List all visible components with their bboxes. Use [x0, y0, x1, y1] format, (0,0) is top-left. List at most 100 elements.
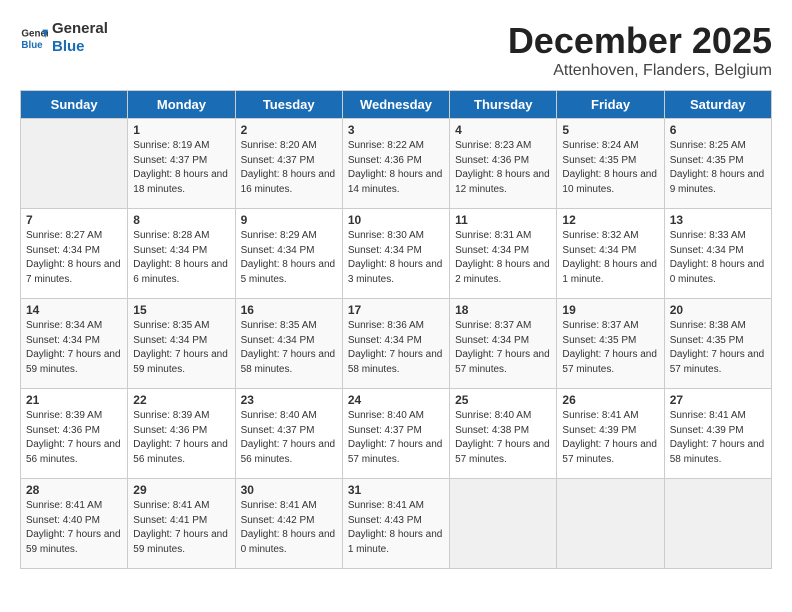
- day-number: 31: [348, 483, 444, 497]
- calendar-cell: 18 Sunrise: 8:37 AMSunset: 4:34 PMDayligh…: [450, 299, 557, 389]
- day-number: 13: [670, 213, 766, 227]
- day-header: Tuesday: [235, 91, 342, 119]
- day-header: Sunday: [21, 91, 128, 119]
- day-header: Monday: [128, 91, 235, 119]
- month-title: December 2025: [508, 20, 772, 62]
- calendar-cell: 29Sunrise: 8:41 AMSunset: 4:41 PMDayligh…: [128, 479, 235, 569]
- day-number: 8: [133, 213, 229, 227]
- day-number: 6: [670, 123, 766, 137]
- day-number: 18: [455, 303, 551, 317]
- calendar-cell: 24 Sunrise: 8:40 AMSunset: 4:37 PMDayligh…: [342, 389, 449, 479]
- day-number: 4: [455, 123, 551, 137]
- calendar-cell: 10Sunrise: 8:30 AMSunset: 4:34 PMDayligh…: [342, 209, 449, 299]
- day-number: 22: [133, 393, 229, 407]
- calendar-week: 1 Sunrise: 8:19 AMSunset: 4:37 PMDaylight…: [21, 119, 772, 209]
- calendar-cell: 30 Sunrise: 8:41 AMSunset: 4:42 PMDayligh…: [235, 479, 342, 569]
- day-number: 12: [562, 213, 658, 227]
- cell-detail: Sunrise: 8:39 AMSunset: 4:36 PMDaylight:…: [26, 409, 122, 467]
- cell-detail: Sunrise: 8:41 AMSunset: 4:39 PMDaylight:…: [562, 409, 658, 467]
- calendar-cell: 5 Sunrise: 8:24 AMSunset: 4:35 PMDaylight…: [557, 119, 664, 209]
- cell-detail: Sunrise: 8:37 AMSunset: 4:34 PMDaylight:…: [455, 319, 551, 377]
- calendar-week: 14Sunrise: 8:34 AMSunset: 4:34 PMDayligh…: [21, 299, 772, 389]
- page-header: General Blue General Blue December 2025 …: [20, 20, 772, 80]
- cell-detail: Sunrise: 8:28 AMSunset: 4:34 PMDaylight:…: [133, 229, 229, 287]
- calendar-cell: 28 Sunrise: 8:41 AMSunset: 4:40 PMDayligh…: [21, 479, 128, 569]
- calendar-cell: 9 Sunrise: 8:29 AMSunset: 4:34 PMDaylight…: [235, 209, 342, 299]
- cell-detail: Sunrise: 8:27 AMSunset: 4:34 PMDaylight:…: [26, 229, 122, 287]
- cell-detail: Sunrise: 8:32 AMSunset: 4:34 PMDaylight:…: [562, 229, 658, 287]
- logo-icon: General Blue: [20, 24, 48, 52]
- calendar-table: SundayMondayTuesdayWednesdayThursdayFrid…: [20, 90, 772, 569]
- day-number: 26: [562, 393, 658, 407]
- cell-detail: Sunrise: 8:40 AMSunset: 4:37 PMDaylight:…: [241, 409, 337, 467]
- cell-detail: Sunrise: 8:19 AMSunset: 4:37 PMDaylight:…: [133, 139, 229, 197]
- cell-detail: Sunrise: 8:40 AMSunset: 4:37 PMDaylight:…: [348, 409, 444, 467]
- day-number: 28: [26, 483, 122, 497]
- cell-detail: Sunrise: 8:41 AMSunset: 4:41 PMDaylight:…: [133, 499, 229, 557]
- calendar-cell: 1 Sunrise: 8:19 AMSunset: 4:37 PMDaylight…: [128, 119, 235, 209]
- calendar-cell: 13 Sunrise: 8:33 AMSunset: 4:34 PMDayligh…: [664, 209, 771, 299]
- cell-detail: Sunrise: 8:41 AMSunset: 4:39 PMDaylight:…: [670, 409, 766, 467]
- logo-text-line1: General: [52, 20, 108, 38]
- day-number: 14: [26, 303, 122, 317]
- calendar-cell: 22 Sunrise: 8:39 AMSunset: 4:36 PMDayligh…: [128, 389, 235, 479]
- day-number: 11: [455, 213, 551, 227]
- calendar-cell: 15Sunrise: 8:35 AMSunset: 4:34 PMDayligh…: [128, 299, 235, 389]
- calendar-cell: 20 Sunrise: 8:38 AMSunset: 4:35 PMDayligh…: [664, 299, 771, 389]
- location-title: Attenhoven, Flanders, Belgium: [508, 62, 772, 80]
- day-number: 20: [670, 303, 766, 317]
- calendar-week: 7 Sunrise: 8:27 AMSunset: 4:34 PMDaylight…: [21, 209, 772, 299]
- day-number: 16: [241, 303, 337, 317]
- day-number: 19: [562, 303, 658, 317]
- svg-text:Blue: Blue: [21, 40, 43, 51]
- calendar-cell: 8 Sunrise: 8:28 AMSunset: 4:34 PMDaylight…: [128, 209, 235, 299]
- day-number: 1: [133, 123, 229, 137]
- logo: General Blue General Blue: [20, 20, 108, 56]
- day-number: 17: [348, 303, 444, 317]
- cell-detail: Sunrise: 8:25 AMSunset: 4:35 PMDaylight:…: [670, 139, 766, 197]
- day-header: Saturday: [664, 91, 771, 119]
- day-number: 9: [241, 213, 337, 227]
- cell-detail: Sunrise: 8:37 AMSunset: 4:35 PMDaylight:…: [562, 319, 658, 377]
- cell-detail: Sunrise: 8:20 AMSunset: 4:37 PMDaylight:…: [241, 139, 337, 197]
- calendar-cell: 2Sunrise: 8:20 AMSunset: 4:37 PMDaylight…: [235, 119, 342, 209]
- calendar-cell: 27 Sunrise: 8:41 AMSunset: 4:39 PMDayligh…: [664, 389, 771, 479]
- cell-detail: Sunrise: 8:41 AMSunset: 4:40 PMDaylight:…: [26, 499, 122, 557]
- calendar-cell: 25Sunrise: 8:40 AMSunset: 4:38 PMDayligh…: [450, 389, 557, 479]
- day-number: 5: [562, 123, 658, 137]
- cell-detail: Sunrise: 8:33 AMSunset: 4:34 PMDaylight:…: [670, 229, 766, 287]
- calendar-cell: 16 Sunrise: 8:35 AMSunset: 4:34 PMDayligh…: [235, 299, 342, 389]
- day-number: 24: [348, 393, 444, 407]
- cell-detail: Sunrise: 8:22 AMSunset: 4:36 PMDaylight:…: [348, 139, 444, 197]
- header-row: SundayMondayTuesdayWednesdayThursdayFrid…: [21, 91, 772, 119]
- calendar-cell: 21 Sunrise: 8:39 AMSunset: 4:36 PMDayligh…: [21, 389, 128, 479]
- day-number: 7: [26, 213, 122, 227]
- calendar-cell: 7 Sunrise: 8:27 AMSunset: 4:34 PMDaylight…: [21, 209, 128, 299]
- calendar-cell: [557, 479, 664, 569]
- calendar-cell: 19 Sunrise: 8:37 AMSunset: 4:35 PMDayligh…: [557, 299, 664, 389]
- day-number: 27: [670, 393, 766, 407]
- calendar-cell: 3 Sunrise: 8:22 AMSunset: 4:36 PMDaylight…: [342, 119, 449, 209]
- calendar-cell: 12 Sunrise: 8:32 AMSunset: 4:34 PMDayligh…: [557, 209, 664, 299]
- calendar-cell: 4Sunrise: 8:23 AMSunset: 4:36 PMDaylight…: [450, 119, 557, 209]
- calendar-cell: [450, 479, 557, 569]
- cell-detail: Sunrise: 8:31 AMSunset: 4:34 PMDaylight:…: [455, 229, 551, 287]
- cell-detail: Sunrise: 8:24 AMSunset: 4:35 PMDaylight:…: [562, 139, 658, 197]
- calendar-week: 28 Sunrise: 8:41 AMSunset: 4:40 PMDayligh…: [21, 479, 772, 569]
- cell-detail: Sunrise: 8:40 AMSunset: 4:38 PMDaylight:…: [455, 409, 551, 467]
- cell-detail: Sunrise: 8:38 AMSunset: 4:35 PMDaylight:…: [670, 319, 766, 377]
- cell-detail: Sunrise: 8:41 AMSunset: 4:42 PMDaylight:…: [241, 499, 337, 557]
- cell-detail: Sunrise: 8:35 AMSunset: 4:34 PMDaylight:…: [241, 319, 337, 377]
- calendar-cell: [664, 479, 771, 569]
- day-header: Wednesday: [342, 91, 449, 119]
- day-header: Thursday: [450, 91, 557, 119]
- calendar-cell: 26 Sunrise: 8:41 AMSunset: 4:39 PMDayligh…: [557, 389, 664, 479]
- day-number: 15: [133, 303, 229, 317]
- calendar-cell: 31Sunrise: 8:41 AMSunset: 4:43 PMDayligh…: [342, 479, 449, 569]
- day-number: 30: [241, 483, 337, 497]
- day-number: 3: [348, 123, 444, 137]
- cell-detail: Sunrise: 8:29 AMSunset: 4:34 PMDaylight:…: [241, 229, 337, 287]
- day-number: 21: [26, 393, 122, 407]
- calendar-cell: 11 Sunrise: 8:31 AMSunset: 4:34 PMDayligh…: [450, 209, 557, 299]
- cell-detail: Sunrise: 8:39 AMSunset: 4:36 PMDaylight:…: [133, 409, 229, 467]
